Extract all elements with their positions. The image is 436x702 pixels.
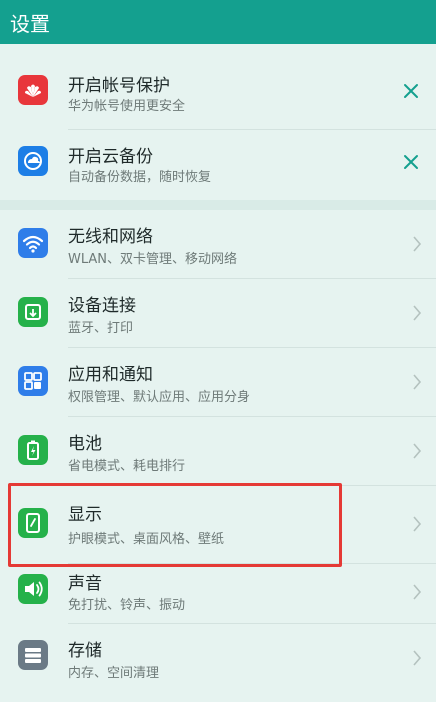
settings-item-storage[interactable]: 存储 内存、空间清理 (0, 624, 436, 692)
settings-item-subtitle: 免打扰、铃声、振动 (68, 598, 186, 613)
device-connect-icon (18, 297, 48, 327)
settings-item-subtitle: 蓝牙、打印 (68, 321, 134, 336)
settings-item-label: 声音 (68, 574, 102, 594)
page-title: 设置 (10, 12, 50, 36)
settings-item-device-connect[interactable]: 设备连接 蓝牙、打印 (0, 279, 436, 347)
wifi-icon (18, 228, 48, 258)
settings-item-apps-notifications[interactable]: 应用和通知 权限管理、默认应用、应用分身 (0, 348, 436, 416)
battery-icon (18, 435, 48, 465)
chevron-right-icon (410, 303, 424, 323)
chevron-right-icon (410, 441, 424, 461)
settings-item-wireless-network[interactable]: 无线和网络 WLAN、双卡管理、移动网络 (0, 210, 436, 278)
apps-grid-icon (18, 366, 48, 396)
storage-icon (18, 640, 48, 670)
settings-item-label: 开启云备份 (68, 147, 153, 167)
close-icon[interactable] (400, 151, 422, 173)
settings-item-label: 存储 (68, 641, 102, 661)
settings-list: 开启帐号保护 华为帐号使用更安全 开启云备份 自动备份数据，随时恢复 无线和网络… (0, 44, 436, 702)
settings-item-cloud-backup[interactable]: 开启云备份 自动备份数据，随时恢复 (0, 134, 436, 190)
display-highlight-box (8, 483, 342, 567)
section-gap (0, 200, 436, 210)
settings-item-battery[interactable]: 电池 省电模式、耗电排行 (0, 417, 436, 485)
chevron-right-icon (410, 582, 424, 602)
settings-item-subtitle: 自动备份数据，随时恢复 (68, 170, 212, 185)
cloud-backup-icon (18, 146, 48, 176)
speaker-icon (18, 574, 48, 604)
chevron-right-icon (410, 372, 424, 392)
settings-item-subtitle: 华为帐号使用更安全 (68, 99, 186, 114)
settings-item-sound[interactable]: 声音 免打扰、铃声、振动 (0, 564, 436, 622)
settings-item-label: 无线和网络 (68, 227, 153, 247)
settings-item-label: 开启帐号保护 (68, 76, 170, 96)
settings-item-label: 设备连接 (68, 296, 136, 316)
settings-item-subtitle: WLAN、双卡管理、移动网络 (68, 252, 238, 267)
app-header: 设置 (0, 0, 436, 44)
settings-item-subtitle: 省电模式、耗电排行 (68, 459, 186, 474)
chevron-right-icon (410, 648, 424, 668)
settings-item-label: 电池 (68, 434, 102, 454)
settings-item-subtitle: 权限管理、默认应用、应用分身 (68, 390, 251, 405)
divider (68, 129, 436, 130)
settings-item-account-protection[interactable]: 开启帐号保护 华为帐号使用更安全 (0, 63, 436, 119)
close-icon[interactable] (400, 80, 422, 102)
settings-item-label: 应用和通知 (68, 365, 153, 385)
huawei-logo-icon (18, 75, 48, 105)
settings-item-subtitle: 内存、空间清理 (68, 666, 160, 681)
chevron-right-icon (410, 514, 424, 534)
chevron-right-icon (410, 234, 424, 254)
